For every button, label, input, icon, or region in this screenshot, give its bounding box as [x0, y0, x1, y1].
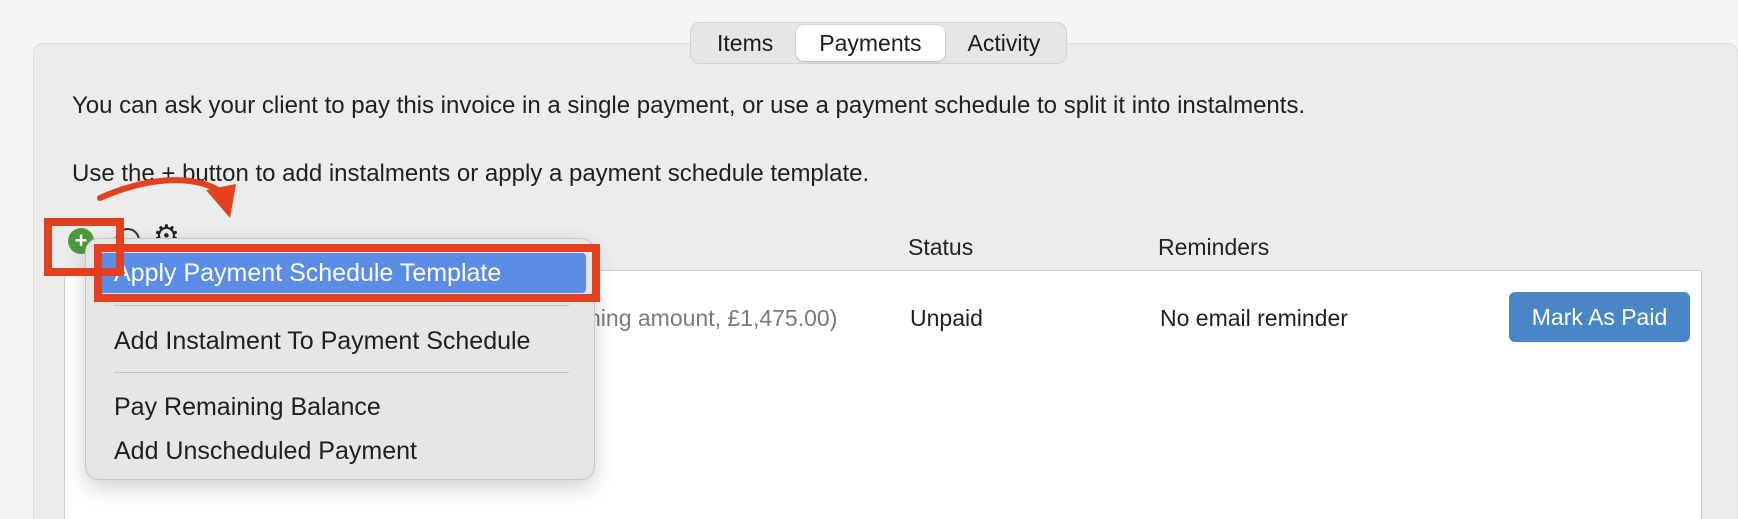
column-header-reminders[interactable]: Reminders [1158, 234, 1269, 261]
menu-item-add-unscheduled[interactable]: Add Unscheduled Payment [96, 431, 586, 471]
app-window: Items Payments Activity You can ask your… [0, 0, 1738, 519]
annotation-box-apply-template [94, 244, 600, 302]
menu-separator [114, 305, 569, 306]
menu-item-add-instalment[interactable]: Add Instalment To Payment Schedule [96, 321, 586, 361]
payments-description: You can ask your client to pay this invo… [72, 92, 1306, 119]
tab-items[interactable]: Items [694, 25, 796, 61]
row-remaining-amount: ning amount, £1,475.00) [588, 305, 838, 331]
menu-separator [114, 372, 569, 373]
tab-payments[interactable]: Payments [796, 25, 945, 61]
annotation-arrow-icon [97, 177, 236, 218]
tab-activity[interactable]: Activity [945, 25, 1064, 61]
tab-bar: Items Payments Activity [690, 22, 1068, 64]
menu-item-pay-remaining[interactable]: Pay Remaining Balance [96, 387, 586, 427]
row-status: Unpaid [910, 305, 983, 331]
row-reminder: No email reminder [1160, 305, 1348, 331]
mark-as-paid-button[interactable]: Mark As Paid [1509, 292, 1690, 342]
column-header-status[interactable]: Status [908, 234, 973, 261]
